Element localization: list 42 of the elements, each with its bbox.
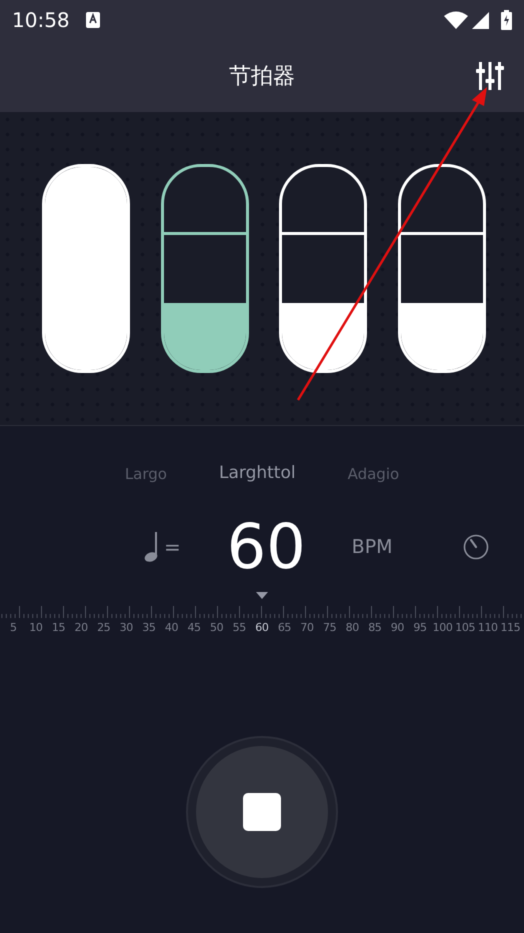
wifi-icon	[444, 11, 468, 29]
quarter-note-icon	[144, 532, 160, 562]
tempo-mark[interactable]: 40	[160, 620, 183, 636]
status-time: 10:58	[12, 7, 70, 34]
tempo-mark[interactable]: 110	[476, 620, 500, 636]
tempo-mark[interactable]: 30	[114, 620, 138, 636]
tempo-mark[interactable]: 60	[250, 620, 274, 636]
equals-sign: =	[164, 534, 181, 561]
tempo-mark[interactable]: 55	[228, 620, 251, 636]
tempo-mark[interactable]: 15	[47, 620, 70, 636]
tempo-mark[interactable]: 90	[386, 620, 409, 636]
bpm-unit-label: BPM	[352, 534, 393, 560]
pointer-icon	[256, 592, 268, 599]
timer-button[interactable]	[462, 534, 489, 560]
tempo-mark[interactable]: 65	[273, 620, 296, 636]
tempo-mark[interactable]: 45	[182, 620, 206, 636]
stop-button[interactable]	[196, 746, 328, 878]
signal-icon	[472, 12, 489, 28]
battery-icon	[501, 10, 512, 30]
screen-title: 节拍器	[229, 62, 295, 90]
tempo-mark[interactable]: 20	[70, 620, 92, 636]
tempo-name[interactable]: Largo	[124, 462, 167, 486]
tempo-mark[interactable]: 35	[138, 620, 160, 636]
beat-indicator[interactable]	[160, 164, 249, 373]
bpm-value: 60	[226, 516, 306, 578]
tempo-mark[interactable]: 95	[408, 620, 432, 636]
tempo-mark[interactable]: 25	[92, 620, 115, 636]
tempo-mark[interactable]: 80	[340, 620, 364, 636]
stop-icon	[243, 793, 281, 831]
tempo-mark[interactable]: 50	[205, 620, 228, 636]
tempo-mark[interactable]: 105	[454, 620, 476, 636]
tempo-mark[interactable]: 5	[2, 620, 25, 636]
settings-button[interactable]	[476, 62, 504, 90]
tempo-mark[interactable]: 115	[499, 620, 522, 636]
tempo-mark[interactable]: 100	[431, 620, 454, 636]
tempo-name[interactable]: Adagio	[348, 462, 400, 486]
tempo-mark[interactable]: 10	[24, 620, 48, 636]
tempo-mark[interactable]: 85	[364, 620, 386, 636]
tempo-mark[interactable]: 75	[318, 620, 341, 636]
tempo-mark[interactable]: 70	[296, 620, 318, 636]
tempo-name[interactable]: Larghttol	[218, 461, 296, 487]
keyboard-icon	[86, 12, 100, 28]
